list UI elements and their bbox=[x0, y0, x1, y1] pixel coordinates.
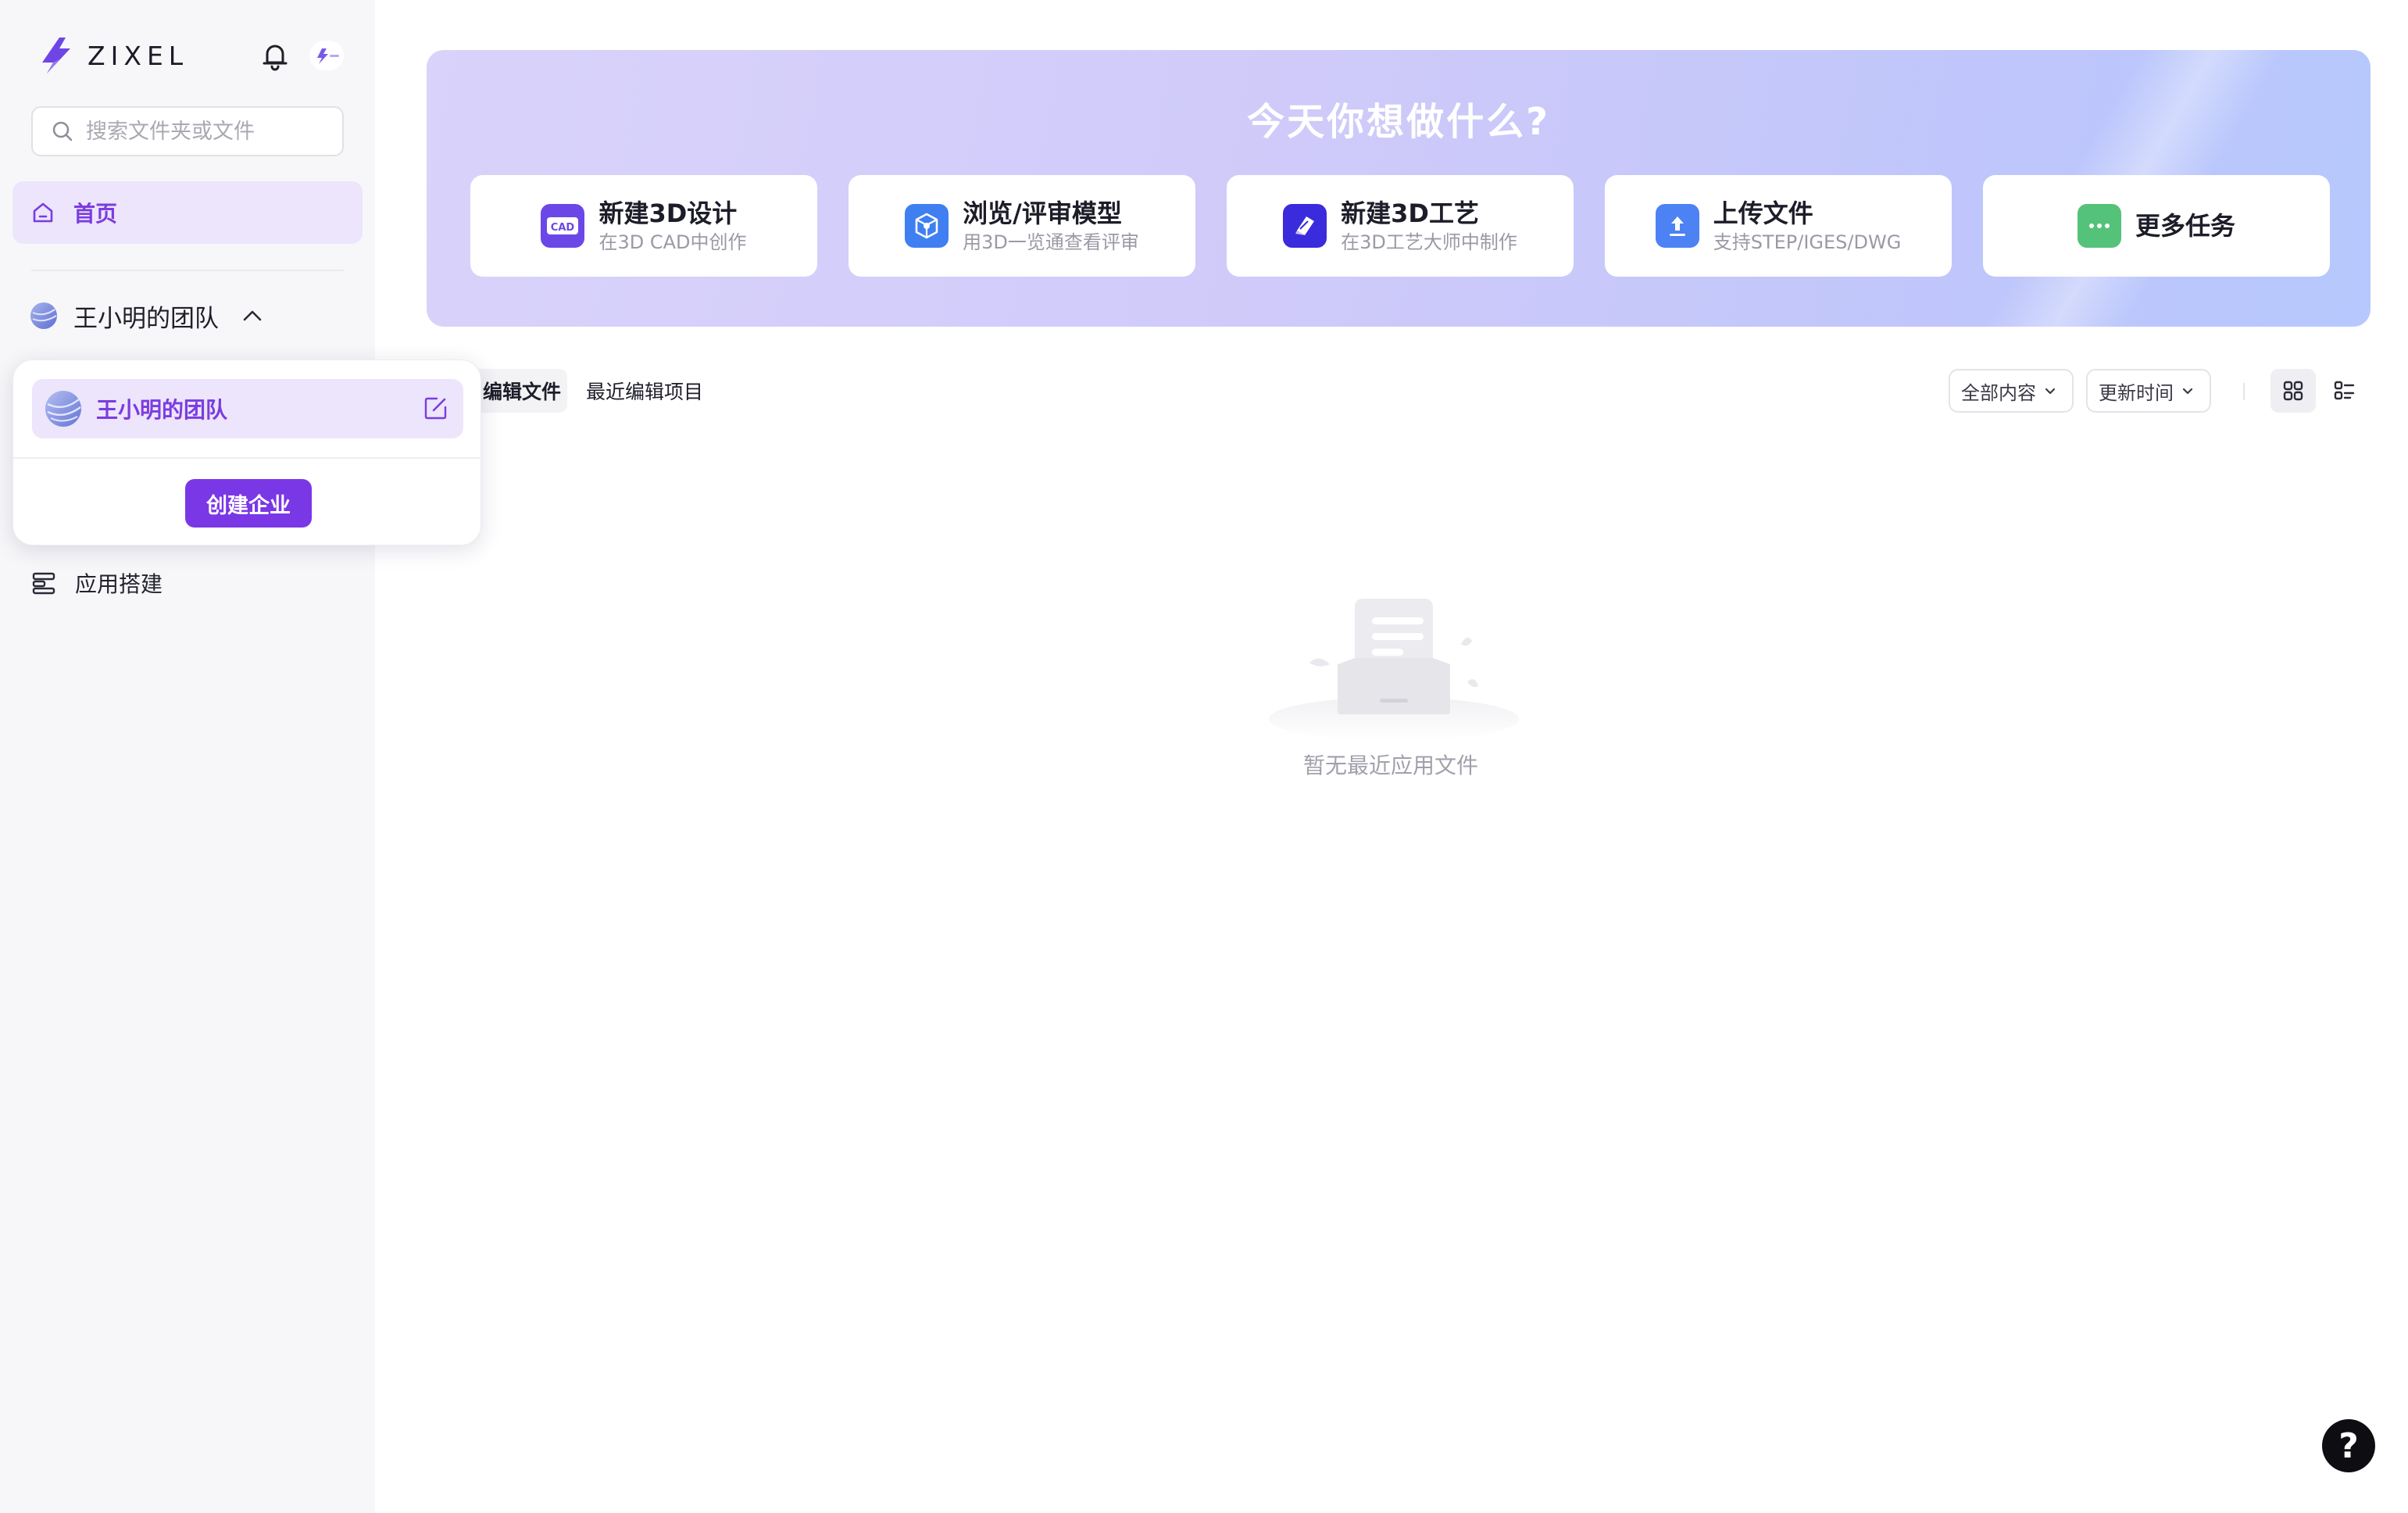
create-enterprise-button[interactable]: 创建企业 bbox=[185, 479, 312, 528]
card-title: 浏览/评审模型 bbox=[963, 199, 1122, 228]
sidebar: ZIXEL 首页 bbox=[0, 0, 375, 1513]
content-filter-select[interactable]: 全部内容 bbox=[1949, 369, 2074, 413]
popover-team-item[interactable]: 王小明的团队 bbox=[32, 379, 463, 438]
search-input[interactable] bbox=[84, 118, 319, 145]
popover-team-name: 王小明的团队 bbox=[96, 397, 228, 423]
banner-title: 今天你想做什么? bbox=[1247, 100, 1550, 144]
team-avatar bbox=[30, 302, 57, 329]
select-value: 更新时间 bbox=[2099, 381, 2174, 404]
sort-time-select[interactable]: 更新时间 bbox=[2086, 369, 2211, 413]
sidebar-item-label: 首页 bbox=[73, 201, 118, 227]
app-builder-icon bbox=[32, 572, 55, 595]
card-subtitle: 在3D工艺大师中制作 bbox=[1341, 231, 1517, 253]
bell-icon[interactable] bbox=[261, 41, 289, 72]
edit-icon[interactable] bbox=[423, 395, 449, 421]
popover-divider bbox=[13, 457, 482, 459]
home-icon bbox=[33, 202, 53, 223]
card-title: 新建3D设计 bbox=[598, 199, 738, 228]
sidebar-item-home[interactable]: 首页 bbox=[13, 181, 363, 244]
sidebar-item-app-builder[interactable]: 应用搭建 bbox=[31, 567, 163, 599]
search-icon bbox=[52, 121, 73, 141]
list-view-icon bbox=[2334, 381, 2355, 400]
empty-state-illustration bbox=[1269, 599, 1519, 741]
toolbar-separator bbox=[2243, 383, 2245, 400]
card-more-tasks[interactable]: 更多任务 bbox=[1983, 175, 2330, 277]
select-value: 全部内容 bbox=[1961, 381, 2036, 404]
user-avatar[interactable] bbox=[309, 41, 344, 70]
card-upload-file[interactable]: 上传文件 支持STEP/IGES/DWG bbox=[1605, 175, 1952, 277]
cad-icon-text: CAD bbox=[551, 222, 575, 234]
grid-view-button[interactable] bbox=[2270, 369, 2316, 413]
grid-view-icon bbox=[2283, 381, 2303, 401]
search-box[interactable] bbox=[31, 106, 344, 156]
model-review-icon bbox=[905, 204, 949, 248]
team-name: 王小明的团队 bbox=[73, 304, 219, 333]
tab-edited-files[interactable]: 编辑文件 bbox=[469, 369, 567, 413]
list-view-button[interactable] bbox=[2322, 369, 2366, 413]
card-new-3d-design[interactable]: CAD 新建3D设计 在3D CAD中创作 bbox=[470, 175, 817, 277]
zixel-logo-icon bbox=[42, 38, 70, 73]
card-title: 更多任务 bbox=[2135, 211, 2235, 241]
logo[interactable]: ZIXEL bbox=[36, 36, 188, 75]
more-icon bbox=[2077, 204, 2121, 248]
upload-icon bbox=[1655, 204, 1699, 248]
sidebar-item-label: 应用搭建 bbox=[75, 571, 163, 597]
quick-actions-banner: 今天你想做什么? CAD 新建3D设计 在3D CAD中创作 浏览/评审模型 用… bbox=[427, 50, 2370, 327]
cad-icon: CAD bbox=[541, 204, 585, 248]
chevron-down-icon bbox=[2045, 388, 2056, 395]
card-title: 新建3D工艺 bbox=[1341, 199, 1479, 228]
card-subtitle: 在3D CAD中创作 bbox=[598, 231, 747, 253]
card-subtitle: 用3D一览通查看评审 bbox=[963, 231, 1139, 253]
app-root: ZIXEL 首页 bbox=[0, 0, 2408, 1513]
empty-state-text: 暂无最近应用文件 bbox=[1302, 753, 1478, 778]
chevron-up-icon[interactable] bbox=[242, 309, 263, 323]
card-subtitle: 支持STEP/IGES/DWG bbox=[1713, 231, 1902, 253]
team-popover: 王小明的团队 创建企业 bbox=[13, 359, 482, 545]
team-switcher[interactable]: 王小明的团队 bbox=[30, 297, 263, 334]
card-title: 上传文件 bbox=[1713, 199, 1813, 228]
chevron-down-icon bbox=[2182, 388, 2193, 395]
quick-action-cards: CAD 新建3D设计 在3D CAD中创作 浏览/评审模型 用3D一览通查看评审… bbox=[470, 175, 2330, 277]
brand-name: ZIXEL bbox=[88, 40, 189, 71]
card-browse-review[interactable]: 浏览/评审模型 用3D一览通查看评审 bbox=[849, 175, 1195, 277]
card-new-3d-process[interactable]: 新建3D工艺 在3D工艺大师中制作 bbox=[1227, 175, 1574, 277]
team-avatar bbox=[45, 391, 81, 427]
process-icon bbox=[1283, 204, 1327, 248]
help-button[interactable]: ? bbox=[2322, 1419, 2375, 1472]
tab-recent-projects[interactable]: 最近编辑项目 bbox=[586, 369, 703, 413]
sidebar-divider bbox=[31, 270, 344, 271]
